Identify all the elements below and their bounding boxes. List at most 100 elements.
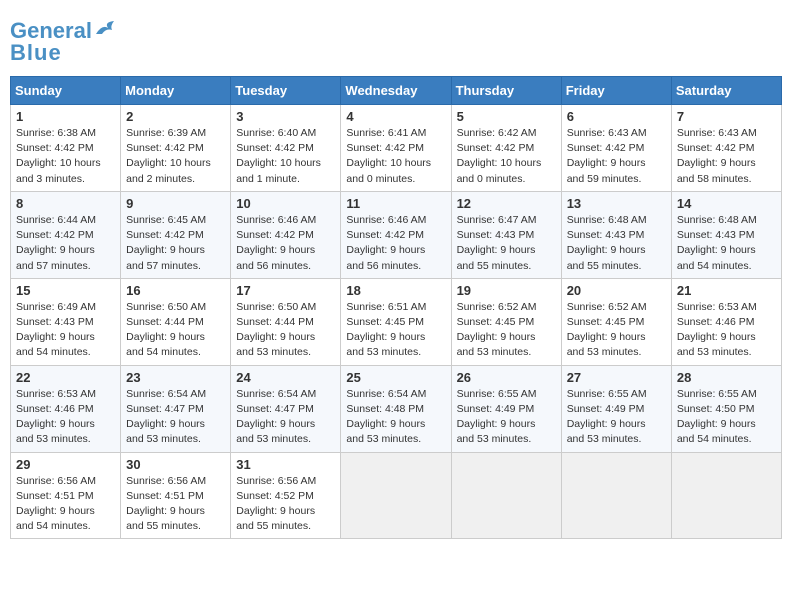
day-info: Sunrise: 6:40 AM Sunset: 4:42 PM Dayligh… xyxy=(236,126,335,187)
day-number: 14 xyxy=(677,196,776,211)
sunset: Sunset: 4:46 PM xyxy=(16,403,94,415)
day-cell: 21 Sunrise: 6:53 AM Sunset: 4:46 PM Dayl… xyxy=(671,278,781,365)
daylight: Daylight: 10 hours and 0 minutes. xyxy=(346,157,431,184)
sunrise: Sunrise: 6:55 AM xyxy=(567,388,647,400)
sunrise: Sunrise: 6:45 AM xyxy=(126,214,206,226)
sunrise: Sunrise: 6:53 AM xyxy=(677,301,757,313)
day-number: 20 xyxy=(567,283,666,298)
day-info: Sunrise: 6:48 AM Sunset: 4:43 PM Dayligh… xyxy=(567,213,666,274)
day-number: 13 xyxy=(567,196,666,211)
day-cell: 28 Sunrise: 6:55 AM Sunset: 4:50 PM Dayl… xyxy=(671,365,781,452)
week-row-2: 8 Sunrise: 6:44 AM Sunset: 4:42 PM Dayli… xyxy=(11,191,782,278)
sunrise: Sunrise: 6:48 AM xyxy=(677,214,757,226)
day-cell: 3 Sunrise: 6:40 AM Sunset: 4:42 PM Dayli… xyxy=(231,105,341,192)
daylight: Daylight: 9 hours and 53 minutes. xyxy=(457,418,536,445)
day-info: Sunrise: 6:39 AM Sunset: 4:42 PM Dayligh… xyxy=(126,126,225,187)
sunset: Sunset: 4:42 PM xyxy=(346,229,424,241)
sunrise: Sunrise: 6:50 AM xyxy=(126,301,206,313)
day-info: Sunrise: 6:47 AM Sunset: 4:43 PM Dayligh… xyxy=(457,213,556,274)
week-row-4: 22 Sunrise: 6:53 AM Sunset: 4:46 PM Dayl… xyxy=(11,365,782,452)
daylight: Daylight: 10 hours and 3 minutes. xyxy=(16,157,101,184)
sunrise: Sunrise: 6:40 AM xyxy=(236,127,316,139)
sunset: Sunset: 4:42 PM xyxy=(236,142,314,154)
sunrise: Sunrise: 6:55 AM xyxy=(457,388,537,400)
day-number: 9 xyxy=(126,196,225,211)
day-cell xyxy=(671,452,781,539)
day-cell: 27 Sunrise: 6:55 AM Sunset: 4:49 PM Dayl… xyxy=(561,365,671,452)
sunrise: Sunrise: 6:43 AM xyxy=(567,127,647,139)
sunrise: Sunrise: 6:47 AM xyxy=(457,214,537,226)
sunset: Sunset: 4:48 PM xyxy=(346,403,424,415)
day-number: 3 xyxy=(236,109,335,124)
daylight: Daylight: 9 hours and 55 minutes. xyxy=(457,244,536,271)
day-cell: 11 Sunrise: 6:46 AM Sunset: 4:42 PM Dayl… xyxy=(341,191,451,278)
daylight: Daylight: 9 hours and 54 minutes. xyxy=(16,505,95,532)
sunset: Sunset: 4:47 PM xyxy=(126,403,204,415)
daylight: Daylight: 9 hours and 53 minutes. xyxy=(126,418,205,445)
day-info: Sunrise: 6:43 AM Sunset: 4:42 PM Dayligh… xyxy=(677,126,776,187)
day-cell: 24 Sunrise: 6:54 AM Sunset: 4:47 PM Dayl… xyxy=(231,365,341,452)
day-cell: 20 Sunrise: 6:52 AM Sunset: 4:45 PM Dayl… xyxy=(561,278,671,365)
header: General Blue xyxy=(10,10,782,72)
col-header-friday: Friday xyxy=(561,77,671,105)
day-number: 29 xyxy=(16,457,115,472)
day-cell: 10 Sunrise: 6:46 AM Sunset: 4:42 PM Dayl… xyxy=(231,191,341,278)
sunrise: Sunrise: 6:44 AM xyxy=(16,214,96,226)
day-number: 18 xyxy=(346,283,445,298)
day-info: Sunrise: 6:54 AM Sunset: 4:47 PM Dayligh… xyxy=(236,387,335,448)
sunset: Sunset: 4:49 PM xyxy=(567,403,645,415)
day-cell: 8 Sunrise: 6:44 AM Sunset: 4:42 PM Dayli… xyxy=(11,191,121,278)
day-info: Sunrise: 6:55 AM Sunset: 4:49 PM Dayligh… xyxy=(567,387,666,448)
sunset: Sunset: 4:45 PM xyxy=(567,316,645,328)
sunset: Sunset: 4:44 PM xyxy=(236,316,314,328)
sunrise: Sunrise: 6:49 AM xyxy=(16,301,96,313)
sunset: Sunset: 4:42 PM xyxy=(16,229,94,241)
sunset: Sunset: 4:47 PM xyxy=(236,403,314,415)
sunset: Sunset: 4:42 PM xyxy=(677,142,755,154)
daylight: Daylight: 9 hours and 53 minutes. xyxy=(567,331,646,358)
day-number: 30 xyxy=(126,457,225,472)
sunrise: Sunrise: 6:48 AM xyxy=(567,214,647,226)
day-cell: 13 Sunrise: 6:48 AM Sunset: 4:43 PM Dayl… xyxy=(561,191,671,278)
sunset: Sunset: 4:51 PM xyxy=(16,490,94,502)
day-number: 21 xyxy=(677,283,776,298)
day-cell: 14 Sunrise: 6:48 AM Sunset: 4:43 PM Dayl… xyxy=(671,191,781,278)
day-number: 19 xyxy=(457,283,556,298)
sunrise: Sunrise: 6:54 AM xyxy=(126,388,206,400)
sunrise: Sunrise: 6:56 AM xyxy=(236,475,316,487)
daylight: Daylight: 9 hours and 53 minutes. xyxy=(236,418,315,445)
day-info: Sunrise: 6:53 AM Sunset: 4:46 PM Dayligh… xyxy=(16,387,115,448)
day-info: Sunrise: 6:46 AM Sunset: 4:42 PM Dayligh… xyxy=(346,213,445,274)
day-info: Sunrise: 6:43 AM Sunset: 4:42 PM Dayligh… xyxy=(567,126,666,187)
day-number: 4 xyxy=(346,109,445,124)
day-info: Sunrise: 6:51 AM Sunset: 4:45 PM Dayligh… xyxy=(346,300,445,361)
day-number: 2 xyxy=(126,109,225,124)
col-header-saturday: Saturday xyxy=(671,77,781,105)
day-cell xyxy=(451,452,561,539)
day-number: 8 xyxy=(16,196,115,211)
day-info: Sunrise: 6:55 AM Sunset: 4:49 PM Dayligh… xyxy=(457,387,556,448)
sunrise: Sunrise: 6:50 AM xyxy=(236,301,316,313)
sunset: Sunset: 4:46 PM xyxy=(677,316,755,328)
daylight: Daylight: 9 hours and 53 minutes. xyxy=(236,331,315,358)
day-cell: 18 Sunrise: 6:51 AM Sunset: 4:45 PM Dayl… xyxy=(341,278,451,365)
day-number: 5 xyxy=(457,109,556,124)
day-info: Sunrise: 6:49 AM Sunset: 4:43 PM Dayligh… xyxy=(16,300,115,361)
day-info: Sunrise: 6:54 AM Sunset: 4:47 PM Dayligh… xyxy=(126,387,225,448)
daylight: Daylight: 9 hours and 57 minutes. xyxy=(16,244,95,271)
day-number: 12 xyxy=(457,196,556,211)
logo-bird-icon xyxy=(94,20,116,38)
day-number: 24 xyxy=(236,370,335,385)
week-row-5: 29 Sunrise: 6:56 AM Sunset: 4:51 PM Dayl… xyxy=(11,452,782,539)
daylight: Daylight: 9 hours and 53 minutes. xyxy=(346,331,425,358)
day-info: Sunrise: 6:41 AM Sunset: 4:42 PM Dayligh… xyxy=(346,126,445,187)
day-number: 15 xyxy=(16,283,115,298)
daylight: Daylight: 9 hours and 53 minutes. xyxy=(677,331,756,358)
sunrise: Sunrise: 6:54 AM xyxy=(346,388,426,400)
daylight: Daylight: 9 hours and 56 minutes. xyxy=(346,244,425,271)
day-info: Sunrise: 6:52 AM Sunset: 4:45 PM Dayligh… xyxy=(457,300,556,361)
day-cell: 1 Sunrise: 6:38 AM Sunset: 4:42 PM Dayli… xyxy=(11,105,121,192)
daylight: Daylight: 9 hours and 58 minutes. xyxy=(677,157,756,184)
logo-text: General xyxy=(10,20,92,42)
day-info: Sunrise: 6:44 AM Sunset: 4:42 PM Dayligh… xyxy=(16,213,115,274)
